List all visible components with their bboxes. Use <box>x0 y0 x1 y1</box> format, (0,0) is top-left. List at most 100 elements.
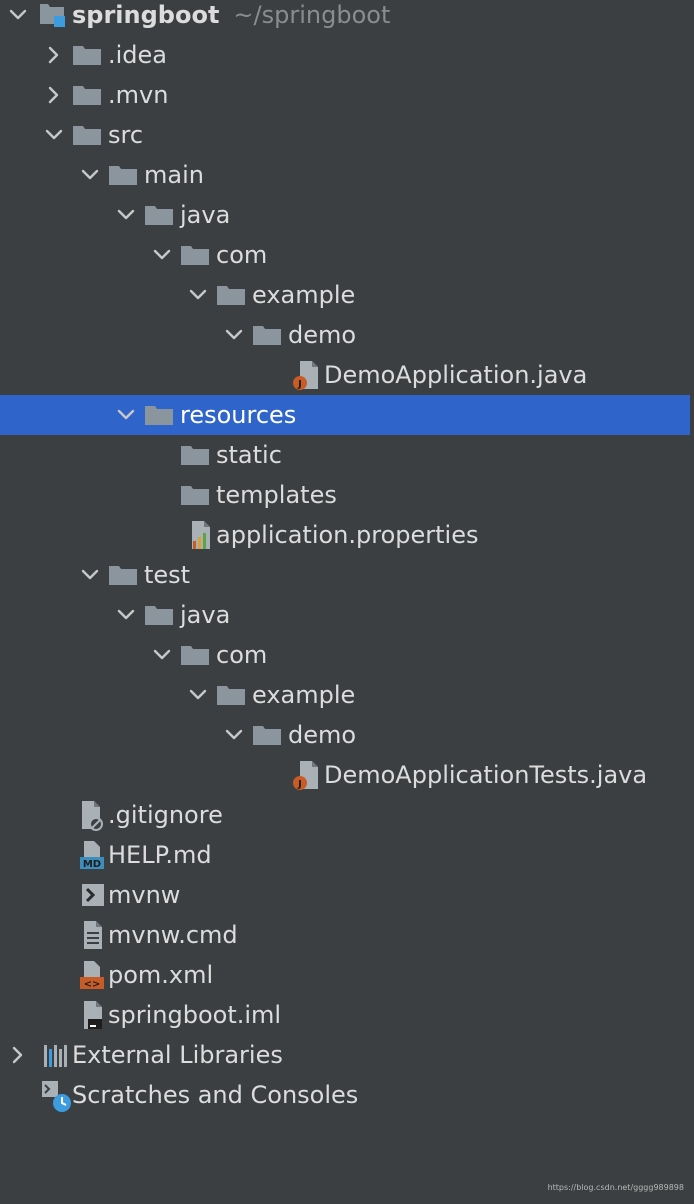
tree-label: java <box>180 201 231 229</box>
chevron-down-icon[interactable] <box>180 275 216 315</box>
tree-row-test-java[interactable]: java <box>0 595 690 635</box>
tree-label: DemoApplicationTests.java <box>324 761 648 789</box>
properties-file-icon <box>180 515 216 555</box>
libraries-icon <box>36 1035 72 1075</box>
tree-row-src[interactable]: src <box>0 115 690 155</box>
watermark: https://blog.csdn.net/gggg989898 <box>547 1183 684 1192</box>
tree-row-main-demo[interactable]: demo <box>0 315 690 355</box>
tree-label: example <box>252 281 356 309</box>
folder-icon <box>216 275 252 315</box>
chevron-down-icon[interactable] <box>36 115 72 155</box>
tree-label: HELP.md <box>108 841 212 869</box>
tree-row-main-com[interactable]: com <box>0 235 690 275</box>
svg-text:MD: MD <box>83 859 101 870</box>
tree-row-pom-xml[interactable]: <> pom.xml <box>0 955 690 995</box>
tree-row-resources[interactable]: resources <box>0 395 690 435</box>
tree-label: templates <box>216 481 337 509</box>
tree-label: static <box>216 441 282 469</box>
tree-label: External Libraries <box>72 1041 283 1069</box>
tree-row-mvnw[interactable]: mvnw <box>0 875 690 915</box>
tree-label: .gitignore <box>108 801 223 829</box>
chevron-down-icon[interactable] <box>180 675 216 715</box>
tree-row-help-md[interactable]: MD HELP.md <box>0 835 690 875</box>
markdown-file-icon: MD <box>72 835 108 875</box>
chevron-down-icon[interactable] <box>72 555 108 595</box>
text-file-icon <box>72 915 108 955</box>
tree-label: src <box>108 121 144 149</box>
tree-row-gitignore[interactable]: .gitignore <box>0 795 690 835</box>
chevron-right-icon[interactable] <box>36 75 72 115</box>
tree-row-test[interactable]: test <box>0 555 690 595</box>
tree-row-scratches[interactable]: Scratches and Consoles <box>0 1075 690 1115</box>
tree-label: java <box>180 601 231 629</box>
chevron-down-icon[interactable] <box>216 315 252 355</box>
tree-label: application.properties <box>216 521 479 549</box>
tree-row-mvnw-cmd[interactable]: mvnw.cmd <box>0 915 690 955</box>
tree-label: com <box>216 641 268 669</box>
tree-label: mvnw <box>108 881 181 909</box>
tree-row-static[interactable]: static <box>0 435 690 475</box>
tree-label: com <box>216 241 268 269</box>
folder-icon <box>252 715 288 755</box>
module-file-icon <box>72 995 108 1035</box>
tree-row-demo-application-tests[interactable]: J DemoApplicationTests.java <box>0 755 690 795</box>
folder-icon <box>72 115 108 155</box>
chevron-down-icon[interactable] <box>144 635 180 675</box>
folder-icon <box>180 235 216 275</box>
folder-icon <box>72 35 108 75</box>
project-path: ~/springboot <box>233 1 391 29</box>
folder-icon <box>216 675 252 715</box>
tree-row-test-com[interactable]: com <box>0 635 690 675</box>
chevron-right-icon[interactable] <box>0 1035 36 1075</box>
tree-row-main-example[interactable]: example <box>0 275 690 315</box>
tree-row-templates[interactable]: templates <box>0 475 690 515</box>
tree-label: demo <box>288 321 357 349</box>
folder-icon <box>180 635 216 675</box>
chevron-down-icon[interactable] <box>216 715 252 755</box>
resources-folder-icon <box>144 395 180 435</box>
chevron-down-icon[interactable] <box>72 155 108 195</box>
tree-row-test-example[interactable]: example <box>0 675 690 715</box>
tree-row-springboot-iml[interactable]: springboot.iml <box>0 995 690 1035</box>
folder-icon <box>180 475 216 515</box>
chevron-down-icon[interactable] <box>108 395 144 435</box>
folder-icon <box>108 155 144 195</box>
folder-icon <box>144 195 180 235</box>
tree-label: .mvn <box>108 81 169 109</box>
tree-label: demo <box>288 721 357 749</box>
java-class-icon: J <box>288 755 324 795</box>
java-class-icon: J <box>288 355 324 395</box>
tree-label: springboot.iml <box>108 1001 282 1029</box>
tree-row-main-java[interactable]: java <box>0 195 690 235</box>
tree-row-test-demo[interactable]: demo <box>0 715 690 755</box>
tree-label: Scratches and Consoles <box>72 1081 359 1109</box>
scratches-icon <box>36 1075 72 1115</box>
tree-row-main[interactable]: main <box>0 155 690 195</box>
svg-text:J: J <box>297 779 302 790</box>
tree-row-mvn[interactable]: .mvn <box>0 75 690 115</box>
chevron-down-icon[interactable] <box>144 235 180 275</box>
tree-row-springboot[interactable]: springboot ~/springboot <box>0 0 690 35</box>
ignore-file-icon <box>72 795 108 835</box>
tree-label: test <box>144 561 191 589</box>
tree-label: pom.xml <box>108 961 214 989</box>
chevron-down-icon[interactable] <box>0 0 36 35</box>
tree-row-idea[interactable]: .idea <box>0 35 690 75</box>
tree-row-application-properties[interactable]: application.properties <box>0 515 690 555</box>
tree-label: mvnw.cmd <box>108 921 238 949</box>
folder-icon <box>72 75 108 115</box>
xml-file-icon: <> <box>72 955 108 995</box>
folder-icon <box>108 555 144 595</box>
tree-row-demo-application[interactable]: J DemoApplication.java <box>0 355 690 395</box>
shell-script-icon <box>72 875 108 915</box>
chevron-down-icon[interactable] <box>108 595 144 635</box>
chevron-right-icon[interactable] <box>36 35 72 75</box>
tree-label: .idea <box>108 41 168 69</box>
project-name: springboot <box>72 1 220 29</box>
tree-label: main <box>144 161 204 189</box>
folder-icon <box>252 315 288 355</box>
chevron-down-icon[interactable] <box>108 195 144 235</box>
tree-label: example <box>252 681 356 709</box>
folder-icon <box>180 435 216 475</box>
tree-row-external-libraries[interactable]: External Libraries <box>0 1035 690 1075</box>
